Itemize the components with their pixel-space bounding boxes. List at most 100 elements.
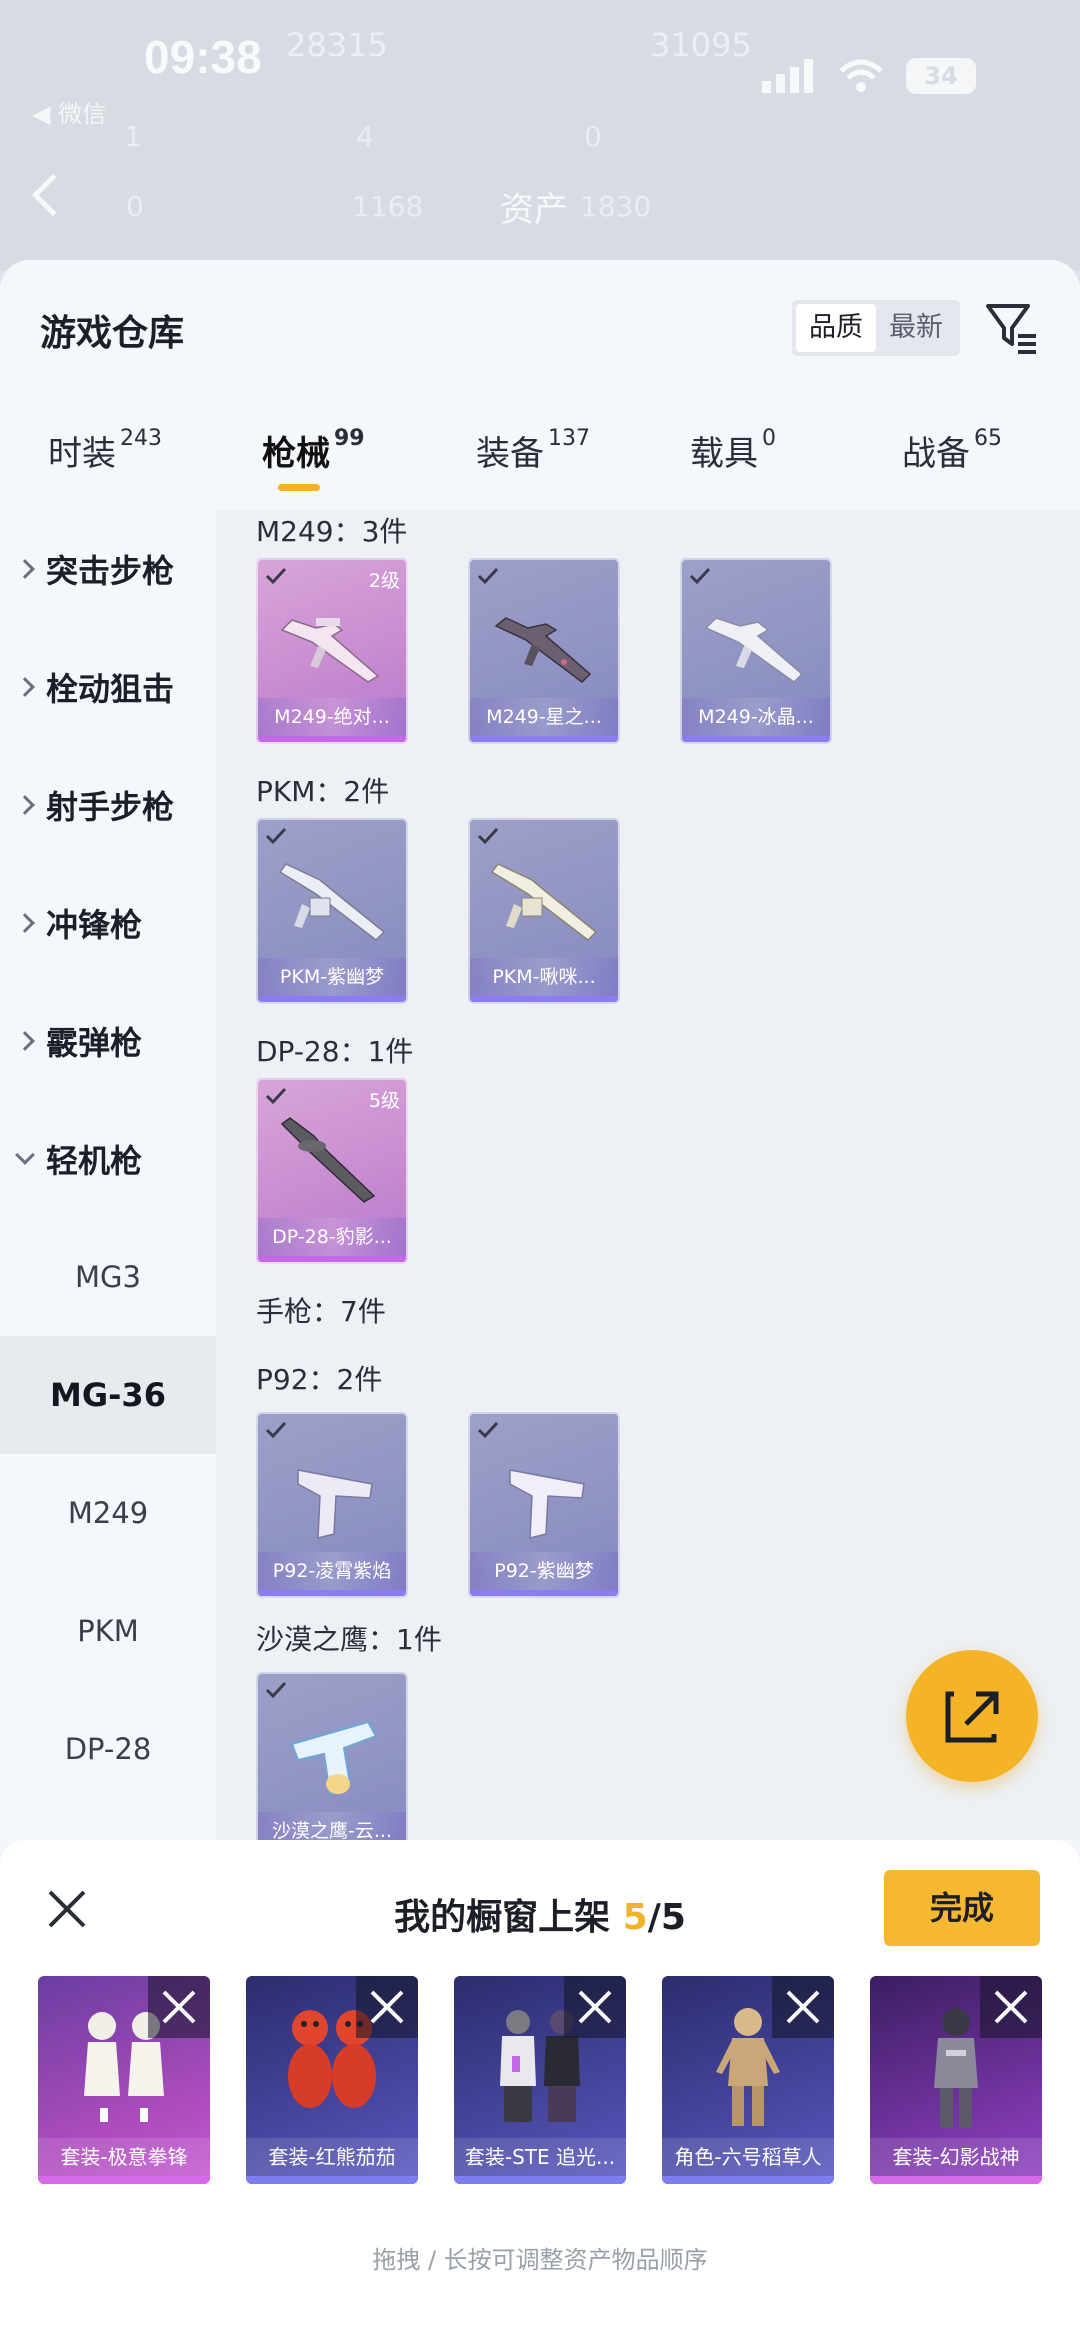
close-icon xyxy=(994,1990,1028,2024)
remove-slot-button[interactable] xyxy=(564,1976,626,2038)
bg-stat-2: 31095 xyxy=(650,26,752,64)
reorder-hint: 拖拽 / 长按可调整资产物品顺序 xyxy=(372,2246,708,2274)
filter-icon[interactable] xyxy=(984,300,1040,356)
level-badge: 5级 xyxy=(368,1090,400,1112)
bg-title: 资产 xyxy=(500,190,568,230)
weapon-card[interactable]: PKM-啾咪... xyxy=(468,818,620,1004)
weapon-grid: M249：3件 2级 M249-绝对... M249-星之... M249-冰晶… xyxy=(216,510,1080,1840)
done-button[interactable]: 完成 xyxy=(884,1870,1040,1946)
rarity-bar xyxy=(258,1590,406,1596)
close-icon xyxy=(786,1990,820,2024)
back-to-wechat[interactable]: ◀ 微信 xyxy=(32,94,106,129)
showcase-slot[interactable]: 角色-六号稻草人 xyxy=(662,1976,834,2184)
back-arrow-icon[interactable] xyxy=(31,173,75,217)
showcase-total-count: /5 xyxy=(647,1897,686,1938)
tab-count: 0 xyxy=(762,425,776,451)
sheet-header: 游戏仓库 品质 最新 时装 243 枪械 99 装备 137 载具 0 战备 65 xyxy=(0,260,1080,510)
weapon-card[interactable]: PKM-紫幽梦 xyxy=(256,818,408,1004)
share-icon xyxy=(945,1691,999,1743)
tab-equipment[interactable]: 装备 137 xyxy=(476,426,590,475)
remove-slot-button[interactable] xyxy=(148,1976,210,2038)
weapon-card[interactable]: M249-星之... xyxy=(468,558,620,744)
weapon-name: 沙漠之鹰-云... xyxy=(258,1812,406,1840)
rarity-bar xyxy=(470,1590,618,1596)
weapon-card[interactable]: M249-冰晶... xyxy=(680,558,832,744)
check-icon xyxy=(265,567,287,585)
active-tab-indicator xyxy=(278,484,320,491)
weapon-name: P92-凌霄紫焰 xyxy=(258,1552,406,1590)
weapon-card[interactable]: 沙漠之鹰-云... xyxy=(256,1672,408,1840)
tab-firearms[interactable]: 枪械 99 xyxy=(262,426,365,475)
sidebar-category-label: 轻机枪 xyxy=(46,1142,143,1180)
sidebar-item-mg36[interactable]: MG-36 xyxy=(0,1336,216,1454)
tab-fashion[interactable]: 时装 243 xyxy=(48,426,162,475)
tab-vehicles[interactable]: 载具 0 xyxy=(690,426,776,475)
showcase-slot[interactable]: 套装-极意拳锋 xyxy=(38,1976,210,2184)
tab-count: 99 xyxy=(334,425,365,451)
group-title: M249：3件 xyxy=(256,515,408,548)
showcase-slot[interactable]: 套装-红熊茄茄 xyxy=(246,1976,418,2184)
sort-toggle: 品质 最新 xyxy=(792,300,960,356)
sidebar-item-pkm[interactable]: PKM xyxy=(0,1572,216,1690)
battery-indicator: 34 xyxy=(906,58,976,94)
sidebar-item-mg3[interactable]: MG3 xyxy=(0,1218,216,1336)
chevron-right-icon xyxy=(15,1031,35,1051)
chevron-down-icon xyxy=(15,1145,35,1165)
showcase-slot[interactable]: 套装-幻影战神 xyxy=(870,1976,1042,2184)
weapon-name: P92-紫幽梦 xyxy=(470,1552,618,1590)
tab-supplies[interactable]: 战备 65 xyxy=(902,426,1002,475)
pistol-icon xyxy=(290,1720,378,1796)
background-header: 09:38 ◀ 微信 34 28315 31095 1 4 0 0 1168 1… xyxy=(0,0,1080,270)
sidebar-category-smg[interactable]: 冲锋枪 xyxy=(0,864,216,982)
check-icon xyxy=(265,1087,287,1105)
rarity-bar xyxy=(38,2176,210,2184)
wifi-icon xyxy=(839,59,883,92)
weapon-name: M249-冰晶... xyxy=(682,698,830,736)
weapon-card[interactable]: P92-凌霄紫焰 xyxy=(256,1412,408,1598)
bg-stat-4: 4 xyxy=(356,120,374,153)
sidebar-category-label: 突击步枪 xyxy=(46,552,175,590)
weapon-card[interactable]: P92-紫幽梦 xyxy=(468,1412,620,1598)
remove-slot-button[interactable] xyxy=(980,1976,1042,2038)
sort-newest-option[interactable]: 最新 xyxy=(876,304,956,352)
sidebar-category-bolt-sniper[interactable]: 栓动狙击 xyxy=(0,628,216,746)
check-icon xyxy=(265,827,287,845)
rarity-bar xyxy=(870,2176,1042,2184)
sidebar-category-marksman-rifle[interactable]: 射手步枪 xyxy=(0,746,216,864)
status-time: 09:38 xyxy=(144,31,262,83)
showcase-slot[interactable]: 套装-STE 追光... xyxy=(454,1976,626,2184)
check-icon xyxy=(689,567,711,585)
sidebar-category-label: 霰弹枪 xyxy=(46,1024,143,1062)
lmg-icon xyxy=(280,1117,376,1203)
remove-slot-button[interactable] xyxy=(356,1976,418,2038)
rarity-bar xyxy=(662,2176,834,2184)
weapon-card[interactable]: 5级 DP-28-豹影... xyxy=(256,1078,408,1264)
sidebar-category-label: 冲锋枪 xyxy=(46,906,143,944)
lmg-icon xyxy=(278,863,386,941)
sidebar-item-dp28[interactable]: DP-28 xyxy=(0,1690,216,1808)
check-icon xyxy=(265,1421,287,1439)
close-icon xyxy=(370,1990,404,2024)
group-title: 手枪：7件 xyxy=(256,1295,386,1328)
sort-quality-option[interactable]: 品质 xyxy=(796,304,876,352)
pistol-icon xyxy=(509,1469,585,1539)
rarity-bar xyxy=(258,736,406,742)
weapon-card[interactable]: 2级 M249-绝对... xyxy=(256,558,408,744)
tab-label: 战备 xyxy=(902,434,970,474)
share-button[interactable] xyxy=(906,1650,1038,1782)
group-title: P92：2件 xyxy=(256,1363,383,1396)
page-title: 游戏仓库 xyxy=(40,313,185,354)
group-title: DP-28：1件 xyxy=(256,1035,414,1068)
remove-slot-button[interactable] xyxy=(772,1976,834,2038)
sidebar-category-shotgun[interactable]: 霰弹枪 xyxy=(0,982,216,1100)
rarity-bar xyxy=(246,2176,418,2184)
check-icon xyxy=(265,1681,287,1699)
sidebar-category-lmg[interactable]: 轻机枪 xyxy=(0,1100,216,1218)
check-icon xyxy=(477,827,499,845)
chevron-right-icon xyxy=(15,677,35,697)
sidebar-item-m249[interactable]: M249 xyxy=(0,1454,216,1572)
close-icon xyxy=(578,1990,612,2024)
rarity-bar xyxy=(470,736,618,742)
chevron-right-icon xyxy=(15,559,35,579)
sidebar-category-assault-rifle[interactable]: 突击步枪 xyxy=(0,510,216,628)
